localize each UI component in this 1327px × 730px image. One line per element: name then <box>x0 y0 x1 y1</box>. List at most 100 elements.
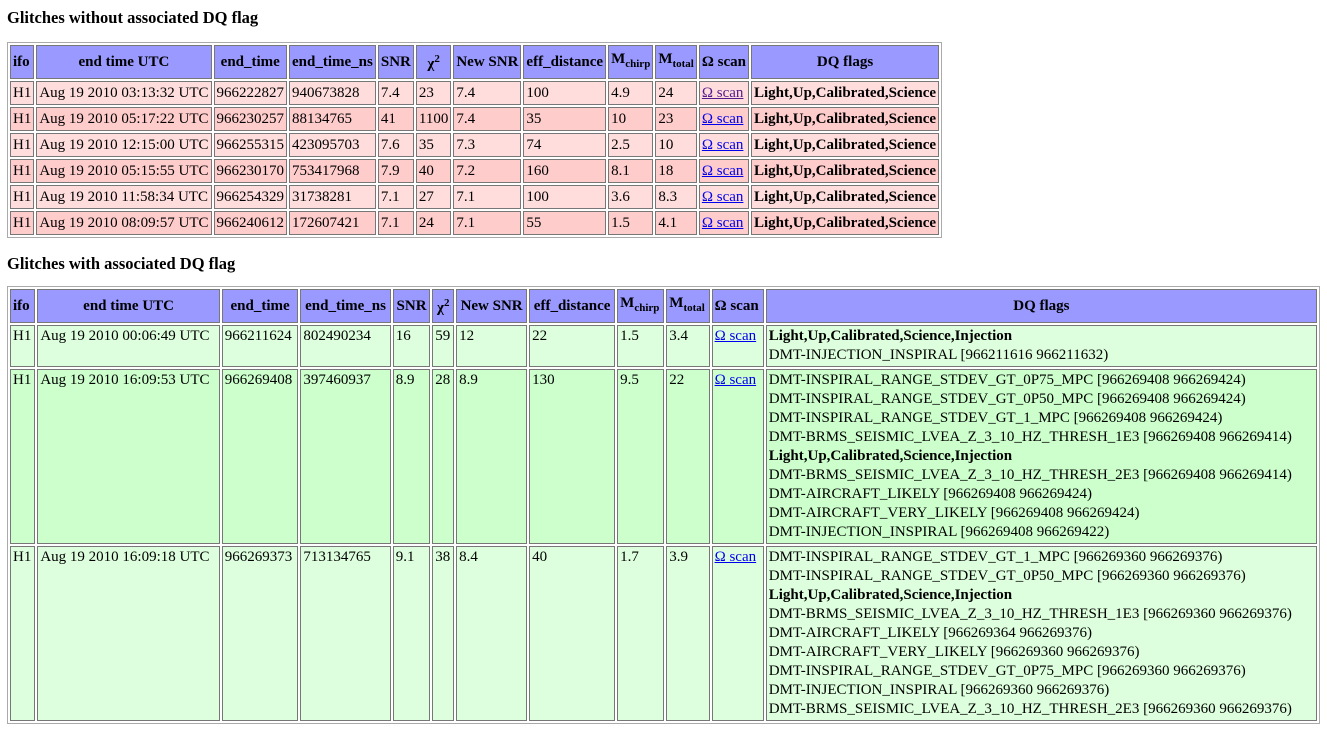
dq-flag: Light,Up,Calibrated,Science <box>753 189 937 205</box>
table-row: H1 Aug 19 2010 00:06:49 UTC 966211624 80249… <box>10 325 1317 367</box>
column-header-label: DQ flags <box>816 53 874 70</box>
cell-snr: 9.1 <box>392 546 431 721</box>
cell-chi-squared: 40 <box>415 159 452 183</box>
column-header-snr: SNR <box>377 45 414 79</box>
omega-scan-link[interactable]: Ω scan <box>715 549 757 565</box>
cell-omega-scan: Ω scan <box>698 107 749 131</box>
omega-scan-link[interactable]: Ω scan <box>702 215 744 231</box>
cell-dq-flags: Light,Up,Calibrated,Science <box>750 185 940 209</box>
omega-scan-link[interactable]: Ω scan <box>702 163 744 179</box>
cell-chi-squared: 1100 <box>415 107 452 131</box>
dq-flag: DMT-AIRCRAFT_VERY_LIKELY [966269408 9662… <box>768 505 1140 521</box>
dq-flag: Light,Up,Calibrated,Science,Injection <box>768 328 1013 344</box>
cell-mchirp: 2.5 <box>608 133 654 157</box>
column-header-end-time-utc: end time UTC <box>36 45 212 79</box>
omega-scan-link[interactable]: Ω scan <box>702 189 744 205</box>
cell-ifo: H1 <box>10 325 36 367</box>
cell-end-time-utc: Aug 19 2010 12:15:00 UTC <box>36 133 212 157</box>
dq-flag: DMT-AIRCRAFT_LIKELY [966269364 966269376… <box>768 625 1092 641</box>
column-header-label: New SNR <box>460 297 523 314</box>
dq-flag: DMT-INSPIRAL_RANGE_STDEV_GT_0P75_MPC [96… <box>768 372 1246 388</box>
cell-mchirp: 1.7 <box>617 546 665 721</box>
omega-scan-link[interactable]: Ω scan <box>715 372 757 388</box>
cell-eff-distance: 100 <box>523 81 607 105</box>
column-header-label: SNR <box>396 297 427 314</box>
omega-scan-link[interactable]: Ω scan <box>702 85 744 101</box>
table-header-row: ifo end time UTC end_time end_time_ns SNR χ2 N… <box>10 289 1317 323</box>
table-row: H1 Aug 19 2010 05:15:55 UTC 966230170 75341… <box>10 159 940 183</box>
column-header-end-time-utc: end time UTC <box>37 289 220 323</box>
cell-omega-scan: Ω scan <box>711 325 764 367</box>
cell-mtotal: 3.4 <box>666 325 710 367</box>
cell-mtotal: 22 <box>666 369 710 544</box>
column-header-label: eff_distance <box>533 297 611 314</box>
cell-ifo: H1 <box>10 211 35 235</box>
cell-end-time: 966240612 <box>213 211 288 235</box>
omega-scan-link[interactable]: Ω scan <box>702 137 744 153</box>
cell-end-time: 966230257 <box>213 107 288 131</box>
table-row: H1 Aug 19 2010 16:09:18 UTC 966269373 71313… <box>10 546 1317 721</box>
cell-end-time-ns: 940673828 <box>289 81 376 105</box>
cell-end-time: 966222827 <box>213 81 288 105</box>
column-header-label: Ω scan <box>701 53 746 70</box>
column-header-end-time: end_time <box>221 289 299 323</box>
table-header-row: ifo end time UTC end_time end_time_ns SNR χ2 N… <box>10 45 940 79</box>
cell-omega-scan: Ω scan <box>698 81 749 105</box>
cell-end-time: 966269373 <box>221 546 299 721</box>
dq-flag: DMT-INJECTION_INSPIRAL [966211616 966211… <box>768 347 1109 363</box>
column-header-eff-distance: eff_distance <box>523 45 607 79</box>
section-title-with-dq: Glitches with associated DQ flag <box>7 254 236 273</box>
cell-ifo: H1 <box>10 369 36 544</box>
cell-new-snr: 7.4 <box>453 107 522 131</box>
cell-end-time-ns: 423095703 <box>289 133 376 157</box>
column-header-ifo: ifo <box>10 45 35 79</box>
table-row: H1 Aug 19 2010 05:17:22 UTC 966230257 88134… <box>10 107 940 131</box>
cell-mchirp: 9.5 <box>617 369 665 544</box>
cell-chi-squared: 23 <box>415 81 452 105</box>
column-header-label: end_time <box>220 53 280 70</box>
dq-flag: Light,Up,Calibrated,Science <box>753 85 937 101</box>
cell-end-time-ns: 713134765 <box>300 546 391 721</box>
cell-end-time-utc: Aug 19 2010 16:09:18 UTC <box>37 546 220 721</box>
column-header-label: M <box>658 51 673 67</box>
column-header-omega-scan: Ω scan <box>711 289 764 323</box>
cell-mchirp: 10 <box>608 107 654 131</box>
cell-eff-distance: 74 <box>523 133 607 157</box>
cell-new-snr: 7.4 <box>453 81 522 105</box>
dq-flag: Light,Up,Calibrated,Science <box>753 163 937 179</box>
dq-flag: DMT-INJECTION_INSPIRAL [966269360 966269… <box>768 682 1110 698</box>
column-header-label: end time UTC <box>78 53 170 70</box>
cell-eff-distance: 100 <box>523 185 607 209</box>
column-header-chi-squared: χ2 <box>432 289 455 323</box>
cell-end-time-utc: Aug 19 2010 00:06:49 UTC <box>37 325 220 367</box>
cell-snr: 41 <box>377 107 414 131</box>
cell-mtotal: 4.1 <box>655 211 697 235</box>
cell-mchirp: 1.5 <box>617 325 665 367</box>
table-row: H1 Aug 19 2010 12:15:00 UTC 966255315 42309… <box>10 133 940 157</box>
cell-new-snr: 12 <box>456 325 528 367</box>
cell-snr: 7.1 <box>377 211 414 235</box>
omega-scan-link[interactable]: Ω scan <box>715 328 757 344</box>
cell-end-time-utc: Aug 19 2010 05:17:22 UTC <box>36 107 212 131</box>
cell-dq-flags: Light,Up,Calibrated,Science <box>750 107 940 131</box>
cell-omega-scan: Ω scan <box>698 185 749 209</box>
column-header-snr: SNR <box>392 289 431 323</box>
column-header-label: end_time_ns <box>305 297 386 314</box>
glitches-without-dq-table: ifo end time UTC end_time end_time_ns SNR χ2 N… <box>7 42 943 238</box>
column-header-mchirp: Mchirp <box>617 289 665 323</box>
column-header-dq-flags: DQ flags <box>765 289 1317 323</box>
cell-end-time-utc: Aug 19 2010 03:13:32 UTC <box>36 81 212 105</box>
cell-mtotal: 18 <box>655 159 697 183</box>
column-header-label: χ <box>437 300 444 316</box>
cell-snr: 7.6 <box>377 133 414 157</box>
dq-flag: DMT-AIRCRAFT_VERY_LIKELY [966269360 9662… <box>768 644 1140 660</box>
dq-flag: DMT-INSPIRAL_RANGE_STDEV_GT_0P50_MPC [96… <box>768 391 1246 407</box>
cell-end-time-ns: 31738281 <box>289 185 376 209</box>
cell-end-time-utc: Aug 19 2010 16:09:53 UTC <box>37 369 220 544</box>
cell-snr: 16 <box>392 325 431 367</box>
cell-mtotal: 10 <box>655 133 697 157</box>
omega-scan-link[interactable]: Ω scan <box>702 111 744 127</box>
cell-eff-distance: 130 <box>529 369 616 544</box>
column-header-new-snr: New SNR <box>453 45 522 79</box>
column-header-new-snr: New SNR <box>456 289 528 323</box>
